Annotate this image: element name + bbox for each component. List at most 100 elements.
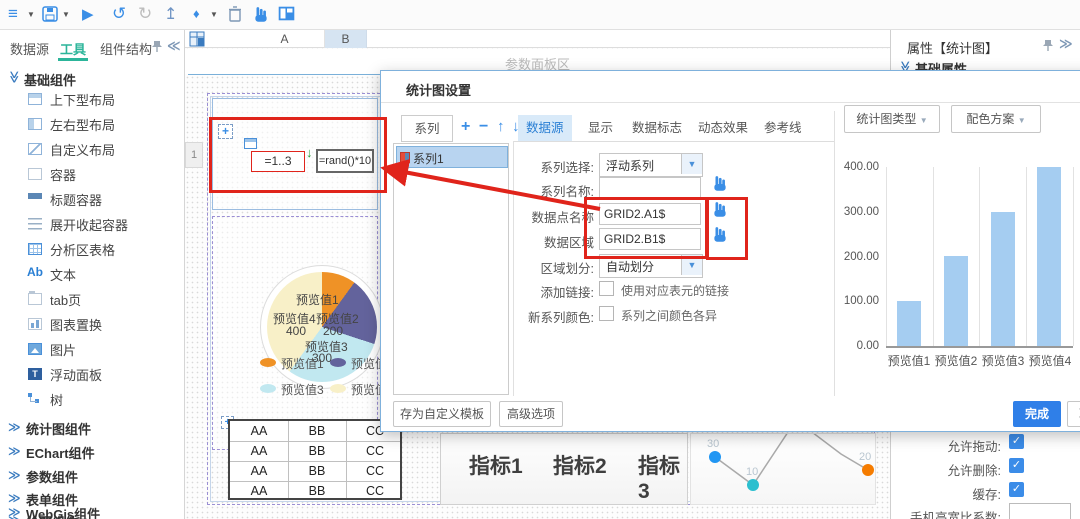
region-division-dropdown[interactable]: 自动划分 ▼ <box>599 254 703 278</box>
table-cell[interactable]: AA <box>230 461 288 481</box>
section-webgis[interactable]: WebGis组件 <box>26 504 100 519</box>
column-header-a[interactable]: A <box>245 30 325 48</box>
dialog-tab-datasource[interactable]: 数据源 <box>518 115 572 141</box>
save-icon[interactable] <box>42 6 58 22</box>
sidebar-item[interactable]: 容器 <box>50 165 76 184</box>
aspect-ratio-input[interactable] <box>1009 503 1071 519</box>
dialog-tab-dynamic[interactable]: 动态效果 <box>690 115 756 141</box>
section-collapsed-icon[interactable]: ≫ <box>8 491 21 505</box>
section-expanded-icon[interactable]: ≫ <box>7 71 21 84</box>
advanced-options-button[interactable]: 高级选项 <box>499 401 563 427</box>
sidebar-tab-tools[interactable]: 工具 <box>60 39 86 58</box>
run-icon[interactable]: ▶ <box>82 5 94 23</box>
table-cell[interactable]: BB <box>288 481 346 501</box>
sidebar-item[interactable]: 图片 <box>50 340 76 359</box>
table-cell[interactable]: BB <box>288 421 346 441</box>
dialog-tab-display[interactable]: 显示 <box>580 115 621 141</box>
dialog-tab-datalabel[interactable]: 数据标志 <box>624 115 690 141</box>
redo-icon[interactable]: ↻ <box>138 4 152 24</box>
dialog-tab-refline[interactable]: 参考线 <box>756 115 810 141</box>
table-cell[interactable]: CC <box>346 461 404 481</box>
chart-type-button[interactable]: 统计图类型 ▼ <box>844 105 940 133</box>
section-basic-components[interactable]: 基础组件 <box>24 70 76 89</box>
panel-icon[interactable] <box>278 6 295 21</box>
data-table[interactable]: AA BB CC AA BB CC AA BB CC AA BB CC <box>228 419 402 500</box>
format-caret-icon[interactable]: ▼ <box>210 10 218 19</box>
add-series-button[interactable]: + <box>461 118 470 136</box>
pin-icon[interactable] <box>152 40 162 53</box>
move-handle-icon[interactable]: + <box>218 124 233 139</box>
datapoint-name-input[interactable] <box>599 203 701 225</box>
indicator-panel[interactable]: 指标1 指标2 指标3 <box>440 433 688 505</box>
trash-icon[interactable] <box>228 6 242 22</box>
series-item-icon <box>400 152 410 163</box>
collapse-panel-icon[interactable]: ≪ <box>167 38 181 54</box>
green-arrow-icon[interactable]: ↓ <box>306 145 313 160</box>
sidebar-tab-structure[interactable]: 组件结构 <box>100 39 152 58</box>
section-echart[interactable]: EChart组件 <box>26 443 95 462</box>
save-caret-icon[interactable]: ▼ <box>62 10 70 19</box>
section-charts[interactable]: 统计图组件 <box>26 419 91 438</box>
new-series-color-checkbox[interactable] <box>599 306 614 321</box>
sidebar-item[interactable]: 上下型布局 <box>50 90 115 109</box>
table-cell[interactable]: AA <box>230 481 288 501</box>
section-params[interactable]: 参数组件 <box>26 467 78 486</box>
series-tab[interactable]: 系列 <box>401 115 453 142</box>
sidebar-tab-datasource[interactable]: 数据源 <box>10 39 49 58</box>
section-collapsed-icon[interactable]: ≫ <box>8 468 21 482</box>
section-collapsed-icon[interactable]: ≫ <box>8 505 21 519</box>
sidebar-item[interactable]: 图表置换 <box>50 315 102 334</box>
row-header-1[interactable]: 1 <box>185 142 203 168</box>
sidebar-item[interactable]: 分析区表格 <box>50 240 115 259</box>
series-name-input[interactable] <box>599 177 701 199</box>
y-tick: 100.00 <box>835 295 879 307</box>
remove-series-button[interactable]: − <box>479 118 488 136</box>
table-cell[interactable]: CC <box>346 441 404 461</box>
undo-icon[interactable]: ↺ <box>112 4 126 24</box>
section-collapsed-icon[interactable]: ≫ <box>8 444 21 458</box>
sidebar-item[interactable]: 文本 <box>50 265 76 284</box>
sidebar-item[interactable]: 树 <box>50 390 63 409</box>
cache-checkbox[interactable]: ✓ <box>1009 482 1024 497</box>
color-scheme-button[interactable]: 配色方案 ▼ <box>951 105 1041 133</box>
formula-cell-a1[interactable]: =1..3 <box>251 151 305 172</box>
done-button[interactable]: 完成 <box>1013 401 1061 427</box>
move-series-up-button[interactable]: ↑ <box>497 118 505 135</box>
grid-corner-icon[interactable] <box>189 31 205 47</box>
export-icon[interactable]: ↥ <box>164 4 177 24</box>
column-header-b[interactable]: B <box>325 30 367 48</box>
table-cell[interactable]: BB <box>288 441 346 461</box>
cancel-button[interactable]: 取消 <box>1067 401 1080 427</box>
section-collapsed-icon[interactable]: ≫ <box>8 420 21 434</box>
table-cell[interactable]: AA <box>230 441 288 461</box>
sidebar-item[interactable]: tab页 <box>50 290 81 309</box>
sidebar-item[interactable]: 自定义布局 <box>50 140 115 159</box>
legend-marker <box>330 358 346 367</box>
table-cell[interactable]: BB <box>288 461 346 481</box>
save-template-button[interactable]: 存为自定义模板 <box>393 401 491 427</box>
menu-icon[interactable]: ≡ <box>8 4 18 24</box>
table-cell[interactable]: CC <box>346 481 404 501</box>
data-area-input[interactable] <box>599 228 701 250</box>
hand-picker-icon[interactable] <box>711 226 729 244</box>
hand-picker-icon[interactable] <box>711 175 729 193</box>
add-link-checkbox[interactable] <box>599 281 614 296</box>
series-select-dropdown[interactable]: 浮动系列 ▼ <box>599 153 703 177</box>
top-toolbar: ≡ ▼ ▼ ▶ ↺ ↻ ↥ ♦ ▼ <box>0 0 1080 30</box>
hand-icon[interactable] <box>252 6 270 24</box>
collapse-panel-icon[interactable]: ≫ <box>1059 36 1073 52</box>
sidebar-item[interactable]: 浮动面板 <box>50 365 102 384</box>
sidebar-item[interactable]: 展开收起容器 <box>50 215 128 234</box>
hand-picker-icon[interactable] <box>711 201 729 219</box>
pin-icon[interactable] <box>1043 39 1053 52</box>
sidebar-item[interactable]: 左右型布局 <box>50 115 115 134</box>
line-chart-panel[interactable]: 30 10 20 <box>690 433 876 505</box>
menu-caret-icon[interactable]: ▼ <box>27 10 35 19</box>
sidebar-item[interactable]: 标题容器 <box>50 190 102 209</box>
table-cell[interactable]: AA <box>230 421 288 441</box>
add-link-text: 使用对应表元的链接 <box>621 282 729 299</box>
formula-cell-b1-selected[interactable]: =rand()*10 <box>316 149 374 173</box>
format-icon[interactable]: ♦ <box>193 6 200 21</box>
allow-delete-checkbox[interactable]: ✓ <box>1009 458 1024 473</box>
allow-drag-checkbox[interactable]: ✓ <box>1009 434 1024 449</box>
